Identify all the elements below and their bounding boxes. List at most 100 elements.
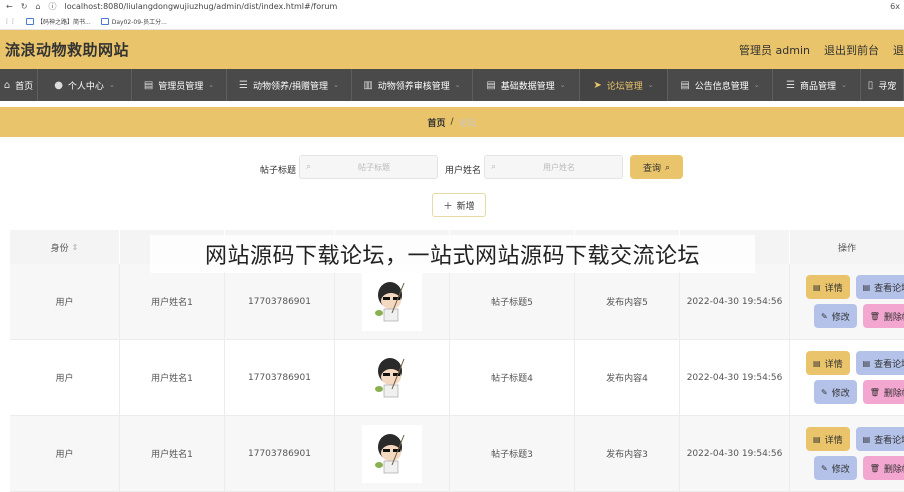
avatar-image bbox=[362, 348, 422, 407]
breadcrumb: 首页 / 论坛 bbox=[0, 107, 904, 137]
detail-button[interactable]: ▤ 详情 bbox=[806, 275, 850, 299]
cell-title: 帖子标题5 bbox=[450, 264, 575, 339]
send-icon: ➤ bbox=[593, 79, 602, 91]
delete-button[interactable]: 🗑删除帖子 bbox=[862, 304, 904, 328]
cell-content: 发布内容3 bbox=[575, 416, 680, 491]
clipboard-icon: ▤ bbox=[680, 79, 690, 91]
nav-item-notice[interactable]: ▤ 公告信息管理 ⌄ bbox=[668, 69, 773, 101]
nav-item-goods[interactable]: ☰ 商品管理 ⌄ bbox=[773, 69, 861, 101]
chevron-down-icon: ⌄ bbox=[108, 81, 115, 89]
search-bar: 帖子标题 ⌕ 用户姓名 ⌕ 查询⌕ bbox=[0, 155, 904, 181]
table-row: 用户 用户姓名1 17703786901 帖子标题3 发布内容3 2022-04… bbox=[10, 416, 904, 492]
cell-avatar bbox=[335, 340, 450, 415]
document-icon: ▤ bbox=[813, 358, 821, 368]
exit-to-front-link[interactable]: 退出到前台 bbox=[824, 42, 879, 58]
folder-icon bbox=[26, 17, 34, 25]
avatar-image bbox=[362, 424, 422, 483]
chevron-down-icon: ⌄ bbox=[333, 81, 339, 89]
cell-actions: ▤详情 ▤查看论坛回复 ✎修改 🗑删除帖子 bbox=[790, 264, 904, 339]
search-icon: ⌕ bbox=[664, 161, 671, 172]
trash-icon: 🗑 bbox=[869, 387, 880, 397]
document-icon: ▤ bbox=[862, 282, 871, 292]
url-text[interactable]: localhost:8080/liulangdongwujiuzhug/admi… bbox=[64, 2, 337, 11]
document-icon: ▤ bbox=[862, 358, 871, 368]
user-search-field[interactable]: ⌕ bbox=[484, 155, 623, 179]
edit-icon: ✎ bbox=[821, 463, 828, 473]
cell-avatar bbox=[335, 264, 450, 339]
bookmark-1[interactable]: 【码神之路】简书... bbox=[26, 17, 91, 26]
list-icon: ☰ bbox=[786, 79, 796, 91]
list-icon: ☰ bbox=[239, 79, 249, 91]
reload-icon[interactable]: ↻ bbox=[21, 2, 28, 11]
trash-icon: 🗑 bbox=[869, 463, 880, 473]
table-row: 用户 用户姓名1 17703786901 帖子标题5 发布内容5 2022-04… bbox=[10, 264, 904, 340]
bookmark-2[interactable]: Day02-09-员工分... bbox=[100, 17, 167, 26]
logout-link[interactable]: 退 bbox=[893, 42, 904, 58]
browser-right-text: 6x bbox=[890, 2, 900, 11]
detail-button[interactable]: ▤ 详情 bbox=[806, 351, 850, 375]
title-search-label: 帖子标题 bbox=[260, 166, 297, 176]
folder-icon bbox=[100, 17, 109, 25]
cell-name: 用户姓名1 bbox=[120, 416, 225, 491]
query-button[interactable]: 查询 ⌕ bbox=[630, 155, 683, 179]
cell-actions: ▤详情 ▤查看论坛回复 ✎修改 🗑删除帖子 bbox=[790, 416, 904, 491]
view-reply-button[interactable]: ▤查看论坛回复 bbox=[855, 427, 904, 451]
cell-identity: 用户 bbox=[10, 264, 120, 339]
clipboard-icon: ▤ bbox=[486, 79, 496, 91]
cell-phone: 17703786901 bbox=[225, 340, 335, 415]
nav-item-adoption-manage[interactable]: ☰ 动物领养/捐赠管理 ⌄ bbox=[227, 69, 352, 101]
edit-icon: ✎ bbox=[821, 387, 828, 397]
cell-content: 发布内容5 bbox=[575, 264, 680, 339]
edit-button[interactable]: ✎ 修改 bbox=[814, 456, 857, 480]
site-header: 流浪动物救助网站 管理员 admin 退出到前台 退 bbox=[0, 30, 904, 69]
title-search-input[interactable] bbox=[311, 162, 437, 172]
clipboard-icon: ▤ bbox=[143, 79, 154, 91]
apps-icon[interactable]: ⋮⋮ bbox=[4, 18, 16, 25]
chevron-down-icon: ⌄ bbox=[559, 81, 566, 89]
chevron-down-icon: ⌄ bbox=[753, 81, 760, 89]
delete-button[interactable]: 🗑删除帖子 bbox=[862, 380, 904, 404]
cell-content: 发布内容4 bbox=[575, 340, 680, 415]
user-search-label: 用户姓名 bbox=[445, 166, 482, 176]
view-reply-button[interactable]: ▤查看论坛回复 bbox=[855, 275, 904, 299]
breadcrumb-separator: / bbox=[450, 117, 454, 127]
title-search-field[interactable]: ⌕ bbox=[299, 155, 438, 179]
delete-button[interactable]: 🗑删除帖子 bbox=[862, 456, 904, 480]
chevron-down-icon: ⌄ bbox=[841, 81, 847, 89]
edit-button[interactable]: ✎ 修改 bbox=[814, 380, 857, 404]
nav-item-admin-manage[interactable]: ▤ 管理员管理 ⌄ bbox=[132, 69, 227, 101]
chevron-down-icon: ⌄ bbox=[647, 81, 654, 89]
nav-item-home[interactable]: ⌂ 首页 bbox=[0, 69, 38, 101]
edit-button[interactable]: ✎ 修改 bbox=[814, 304, 857, 328]
document-icon: ▤ bbox=[813, 282, 821, 292]
sort-icon: ⇕ bbox=[71, 242, 79, 252]
home-icon[interactable]: ⌂ bbox=[35, 2, 40, 11]
add-button[interactable]: + 新增 bbox=[432, 193, 486, 217]
trash-icon: 🗑 bbox=[869, 311, 880, 321]
back-icon[interactable]: ← bbox=[6, 2, 13, 11]
nav-item-find-pet[interactable]: ▯ 寻宠 bbox=[861, 69, 904, 101]
cell-title: 帖子标题4 bbox=[450, 340, 575, 415]
bar-chart-icon: ▥ bbox=[363, 79, 373, 91]
nav-item-adoption-review[interactable]: ▥ 动物领养审核管理 ⌄ bbox=[352, 69, 473, 101]
cell-actions: ▤详情 ▤查看论坛回复 ✎修改 🗑删除帖子 bbox=[790, 340, 904, 415]
cell-time: 2022-04-30 19:54:56 bbox=[680, 416, 790, 491]
document-icon: ▤ bbox=[813, 434, 821, 444]
breadcrumb-home[interactable]: 首页 bbox=[427, 116, 445, 129]
cell-identity: 用户 bbox=[10, 340, 120, 415]
edit-icon: ✎ bbox=[821, 311, 828, 321]
view-reply-button[interactable]: ▤查看论坛回复 bbox=[855, 351, 904, 375]
nav-item-personal-center[interactable]: ● 个人中心 ⌄ bbox=[38, 69, 132, 101]
table-row: 用户 用户姓名1 17703786901 帖子标题4 发布内容4 2022-04… bbox=[10, 340, 904, 416]
user-icon: ● bbox=[54, 79, 63, 91]
home-icon: ⌂ bbox=[3, 79, 11, 91]
site-title: 流浪动物救助网站 bbox=[5, 41, 130, 59]
nav-item-forum[interactable]: ➤ 论坛管理 ⌄ bbox=[580, 69, 668, 101]
column-header-actions: 操作 bbox=[837, 243, 856, 254]
column-header-identity[interactable]: 身份 ⇕ bbox=[10, 230, 120, 264]
plus-icon: + bbox=[443, 198, 453, 212]
detail-button[interactable]: ▤ 详情 bbox=[806, 427, 850, 451]
nav-item-base-data[interactable]: ▤ 基础数据管理 ⌄ bbox=[473, 69, 580, 101]
bookmarks-bar: ⋮⋮ 【码神之路】简书... Day02-09-员工分... bbox=[0, 13, 904, 30]
user-search-input[interactable] bbox=[496, 162, 622, 172]
